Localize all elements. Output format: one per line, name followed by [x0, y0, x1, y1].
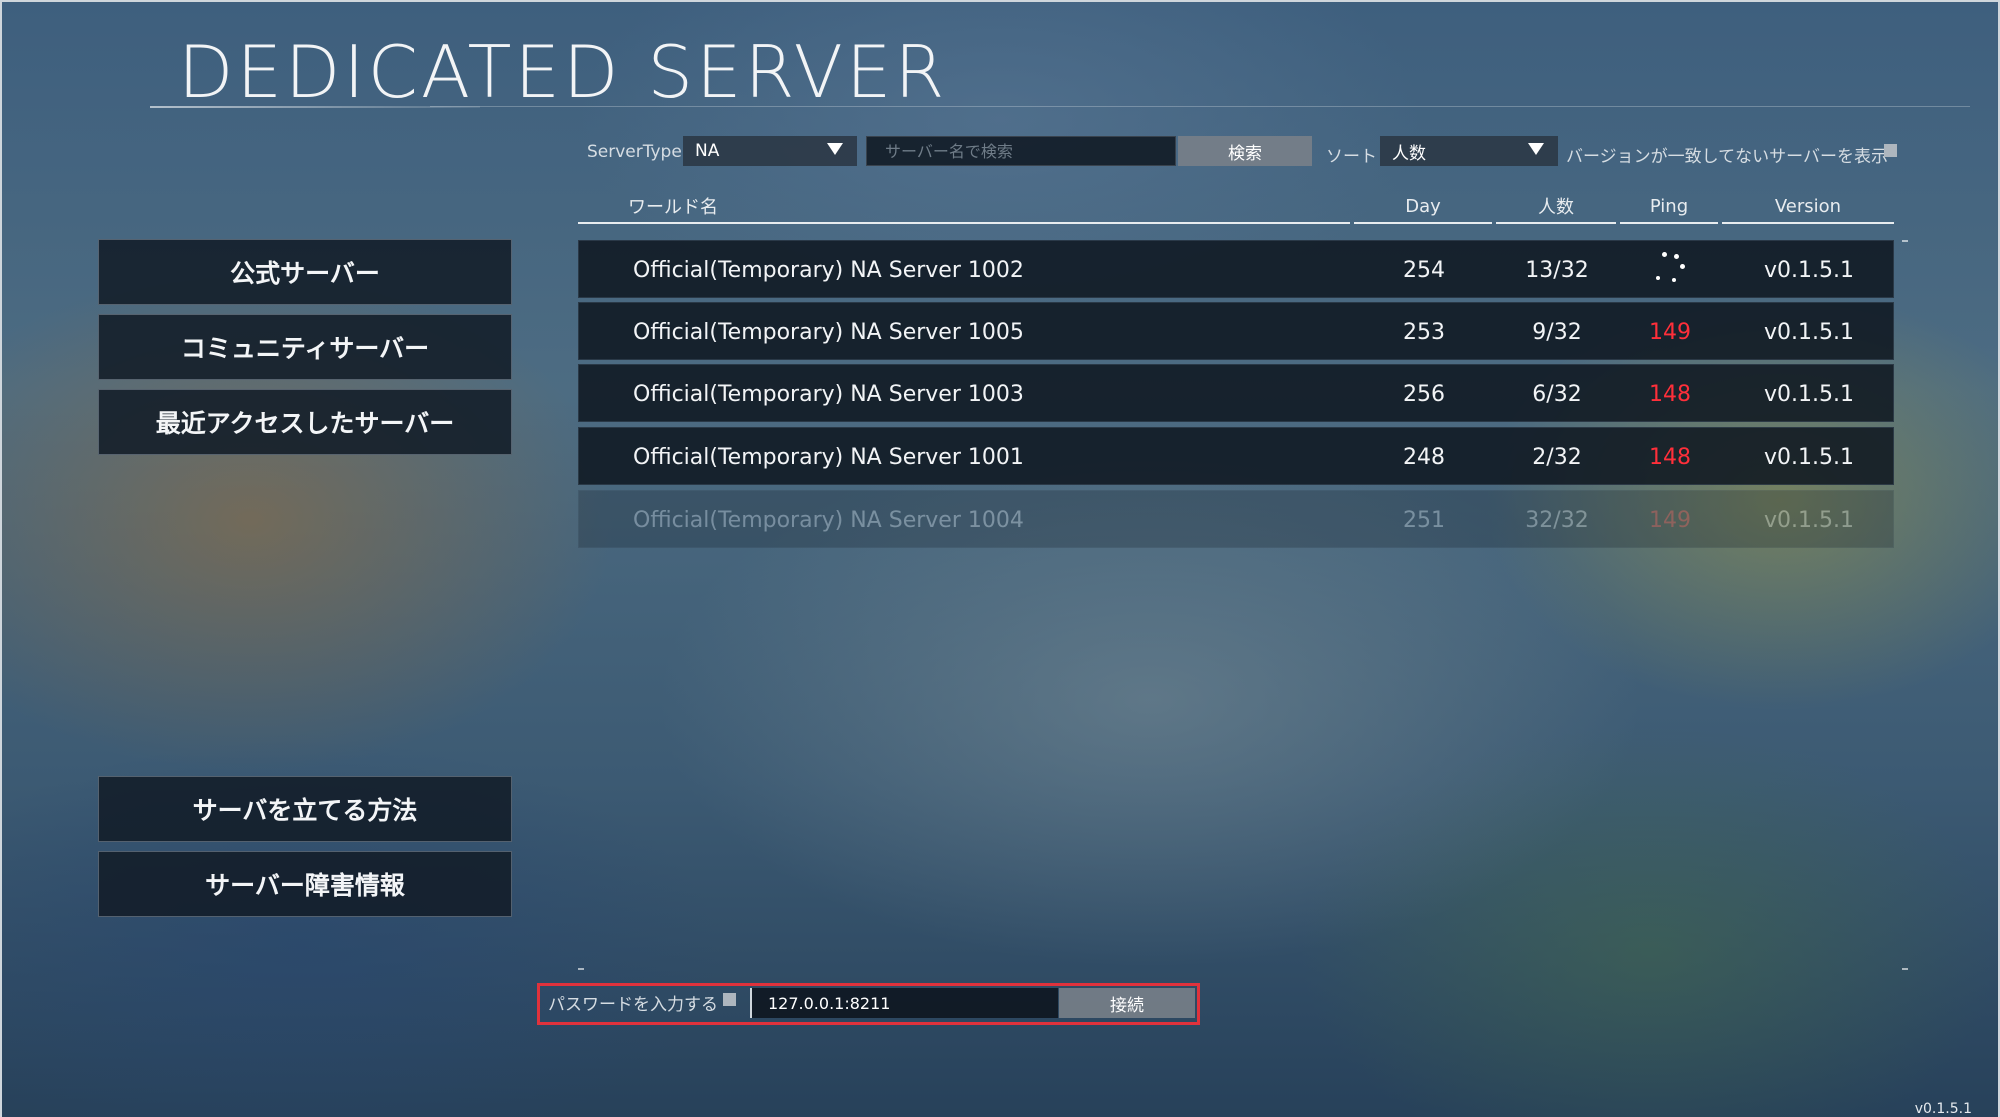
server-type-label: ServerType [587, 142, 682, 162]
list-corner-tick [1902, 968, 1908, 970]
search-button[interactable]: 検索 [1178, 136, 1312, 166]
page-title: DEDICATED SERVER [178, 30, 948, 114]
server-version: v0.1.5.1 [1764, 507, 1854, 533]
sidebar-item-how-to-host[interactable]: サーバを立てる方法 [98, 776, 512, 842]
server-search-input[interactable] [866, 136, 1176, 166]
server-day: 253 [1403, 319, 1445, 345]
server-ping: 149 [1649, 319, 1691, 345]
server-name: Official(Temporary) NA Server 1002 [633, 257, 1024, 283]
sort-value: 人数 [1392, 143, 1426, 164]
server-table-header: ワールド名 Day 人数 Ping Version [578, 190, 1894, 228]
server-ping: 148 [1649, 381, 1691, 407]
column-header-day[interactable]: Day [1354, 190, 1492, 224]
server-version: v0.1.5.1 [1764, 257, 1854, 283]
list-corner-tick [1902, 240, 1908, 242]
server-name: Official(Temporary) NA Server 1005 [633, 319, 1024, 345]
table-row[interactable]: Official(Temporary) NA Server 1004 251 3… [578, 490, 1894, 548]
server-ping: 148 [1649, 444, 1691, 470]
window-frame [0, 0, 2000, 1117]
server-players: 6/32 [1532, 381, 1582, 407]
sidebar-item-server-status[interactable]: サーバー障害情報 [98, 851, 512, 917]
server-version: v0.1.5.1 [1764, 444, 1854, 470]
server-address-input[interactable] [750, 988, 1058, 1018]
table-row[interactable]: Official(Temporary) NA Server 1005 253 9… [578, 302, 1894, 360]
list-corner-tick [578, 968, 584, 970]
ping-loading-icon [1621, 241, 1719, 299]
server-ping: 149 [1649, 507, 1691, 533]
server-players: 32/32 [1525, 507, 1589, 533]
server-players: 13/32 [1525, 257, 1589, 283]
server-version: v0.1.5.1 [1764, 319, 1854, 345]
server-name: Official(Temporary) NA Server 1001 [633, 444, 1024, 470]
table-row[interactable]: Official(Temporary) NA Server 1002 254 1… [578, 240, 1894, 298]
server-version: v0.1.5.1 [1764, 381, 1854, 407]
server-name: Official(Temporary) NA Server 1004 [633, 507, 1024, 533]
password-label: パスワードを入力する [548, 995, 718, 1015]
server-day: 251 [1403, 507, 1445, 533]
game-version: v0.1.5.1 [1914, 1101, 1972, 1117]
chevron-down-icon [827, 143, 843, 155]
server-type-dropdown[interactable]: NA [683, 136, 857, 166]
password-checkbox[interactable] [723, 993, 736, 1006]
server-players: 2/32 [1532, 444, 1582, 470]
column-header-ping[interactable]: Ping [1620, 190, 1718, 224]
column-header-world-name[interactable]: ワールド名 [578, 190, 1350, 224]
server-day: 256 [1403, 381, 1445, 407]
show-mismatch-checkbox[interactable] [1884, 144, 1897, 157]
title-divider [430, 106, 1970, 107]
server-players: 9/32 [1532, 319, 1582, 345]
table-row[interactable]: Official(Temporary) NA Server 1003 256 6… [578, 364, 1894, 422]
server-day: 254 [1403, 257, 1445, 283]
sidebar-item-community-servers[interactable]: コミュニティサーバー [98, 314, 512, 380]
sidebar-item-official-servers[interactable]: 公式サーバー [98, 239, 512, 305]
chevron-down-icon [1528, 143, 1544, 155]
table-row[interactable]: Official(Temporary) NA Server 1001 248 2… [578, 427, 1894, 485]
server-day: 248 [1403, 444, 1445, 470]
sort-label: ソート [1326, 147, 1377, 167]
sidebar-item-recent-servers[interactable]: 最近アクセスしたサーバー [98, 389, 512, 455]
column-header-players[interactable]: 人数 [1496, 190, 1616, 224]
show-mismatch-label: バージョンが一致してないサーバーを表示 [1566, 147, 1888, 167]
connect-button[interactable]: 接続 [1059, 988, 1195, 1018]
column-header-version[interactable]: Version [1722, 190, 1894, 224]
sort-dropdown[interactable]: 人数 [1380, 136, 1558, 166]
server-name: Official(Temporary) NA Server 1003 [633, 381, 1024, 407]
server-type-value: NA [695, 141, 720, 161]
